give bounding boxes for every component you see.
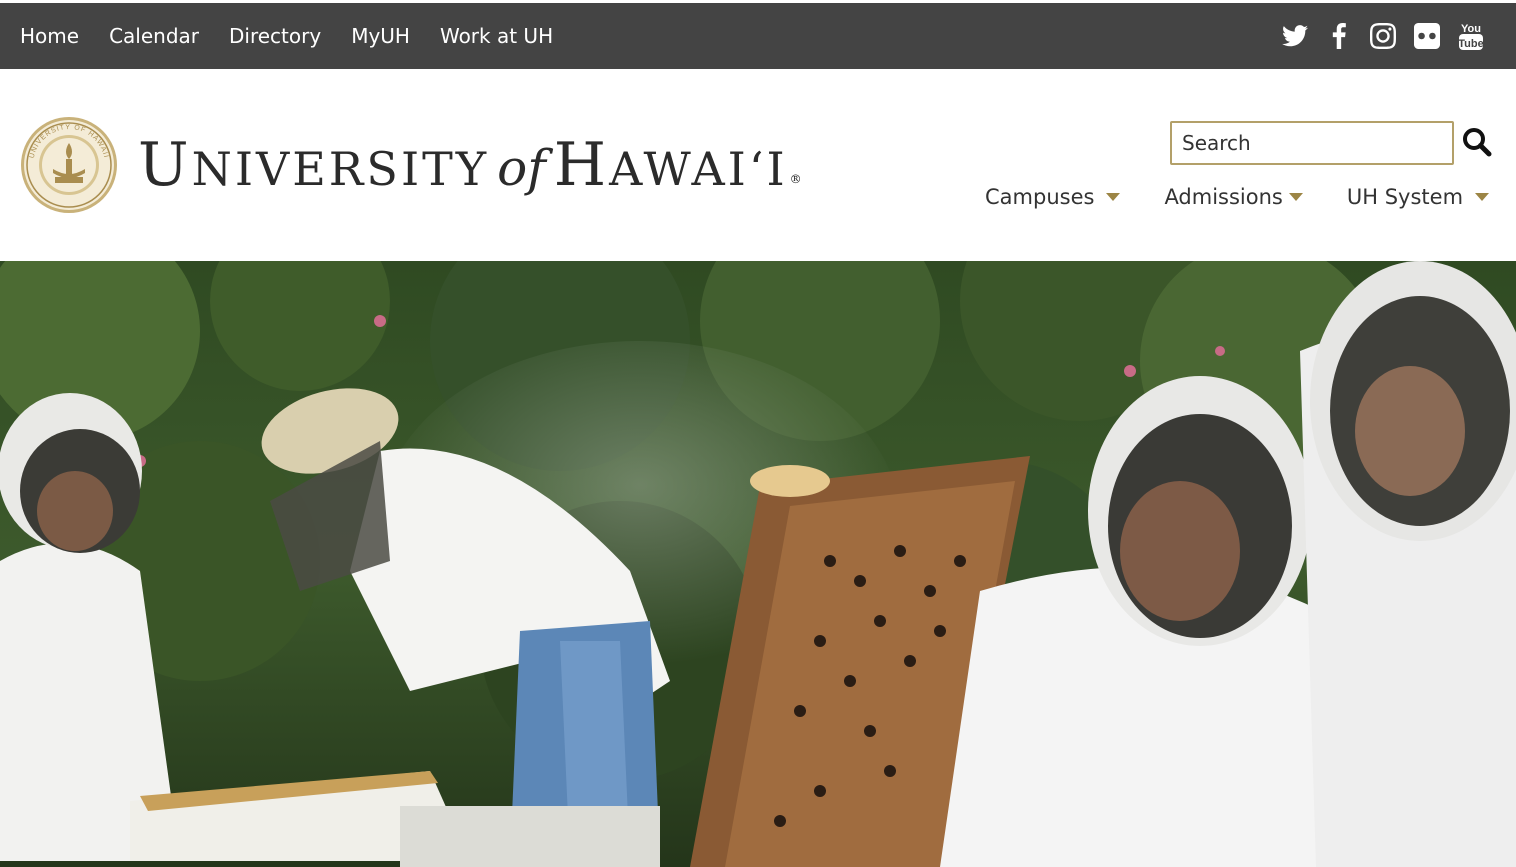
- youtube-icon-top: You: [1461, 23, 1481, 35]
- youtube-icon-bottom: Tube: [1458, 38, 1483, 50]
- nav-link-home[interactable]: Home: [20, 24, 79, 48]
- wordmark-of: of: [497, 139, 546, 197]
- twitter-icon[interactable]: [1282, 21, 1308, 51]
- nav-link-calendar[interactable]: Calendar: [109, 24, 199, 48]
- nav-campuses[interactable]: Campuses: [985, 185, 1121, 209]
- nav-link-directory[interactable]: Directory: [229, 24, 321, 48]
- wordmark-awaii: AWAI‘I: [609, 142, 788, 196]
- top-bar: Home Calendar Directory MyUH Work at UH …: [0, 3, 1516, 69]
- university-wordmark: UNIVERSITY of HAWAI‘I ®: [138, 133, 802, 201]
- utility-nav: Home Calendar Directory MyUH Work at UH: [0, 24, 583, 48]
- youtube-icon[interactable]: You Tube: [1458, 21, 1484, 51]
- caret-down-icon: [1106, 193, 1121, 201]
- search-icon: [1463, 128, 1492, 157]
- instagram-icon[interactable]: [1370, 21, 1396, 51]
- hero-image: [0, 261, 1516, 867]
- nav-link-work-at-uh[interactable]: Work at UH: [440, 24, 553, 48]
- flickr-icon[interactable]: [1414, 21, 1440, 51]
- nav-campuses-label: Campuses: [985, 185, 1095, 209]
- nav-admissions[interactable]: Admissions: [1164, 185, 1303, 209]
- wordmark-niversity: NIVERSITY: [191, 142, 490, 196]
- nav-admissions-label: Admissions: [1164, 185, 1283, 209]
- nav-uh-system-label: UH System: [1346, 185, 1464, 209]
- caret-down-icon: [1475, 193, 1490, 201]
- beekeepers-photo: [0, 261, 1516, 867]
- site-header: UNIVERSITY OF HAWAII UNIVERSITY of HAWAI‘I…: [0, 69, 1516, 261]
- university-seal-logo: UNIVERSITY OF HAWAII: [21, 117, 117, 213]
- nav-uh-system[interactable]: UH System: [1346, 185, 1490, 209]
- search-button[interactable]: [1461, 126, 1493, 158]
- wordmark-h: H: [553, 130, 610, 200]
- search-input[interactable]: [1170, 121, 1454, 165]
- caret-down-icon: [1288, 193, 1303, 201]
- wordmark-u: U: [138, 130, 192, 200]
- registered-mark: ®: [789, 172, 802, 186]
- social-links: You Tube: [1282, 21, 1484, 51]
- main-nav: Campuses Admissions UH System: [985, 185, 1490, 209]
- nav-link-myuh[interactable]: MyUH: [351, 24, 410, 48]
- facebook-icon[interactable]: [1326, 21, 1352, 51]
